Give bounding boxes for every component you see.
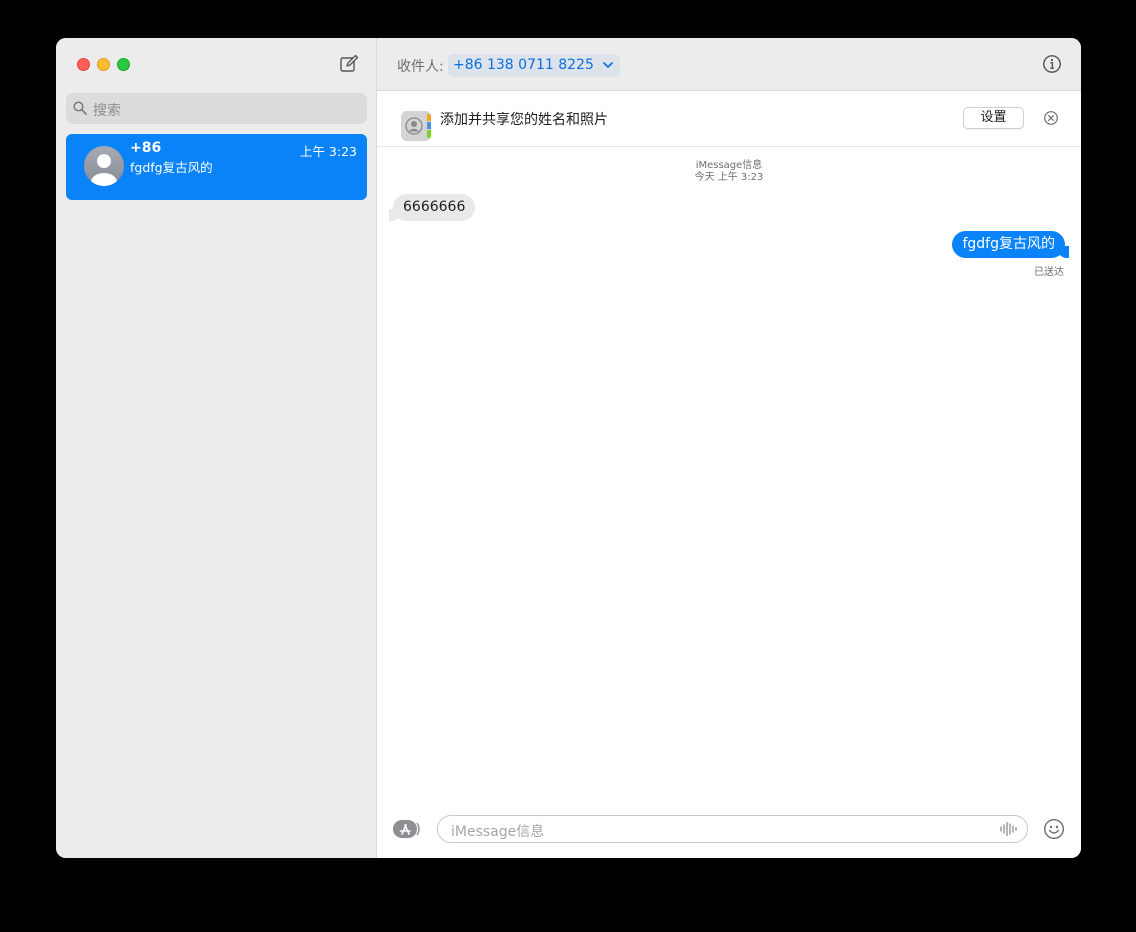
incoming-message[interactable]: 6666666 bbox=[388, 194, 476, 221]
close-icon[interactable] bbox=[1043, 110, 1059, 126]
message-text: 6666666 bbox=[403, 199, 466, 215]
compose-icon[interactable] bbox=[339, 54, 359, 74]
message-text: fgdfg复古风的 bbox=[962, 236, 1055, 252]
zoom-window-button[interactable] bbox=[117, 58, 130, 71]
banner-text: 添加并共享您的姓名和照片 bbox=[440, 112, 608, 128]
app-store-icon[interactable] bbox=[393, 819, 421, 839]
thread-info: iMessage信息 今天 上午 3:23 bbox=[377, 160, 1081, 184]
conversation-pane: 收件人: +86 138 0711 8225 添加并共享您的姓名和照片 设置 i… bbox=[377, 38, 1081, 858]
outgoing-message[interactable]: fgdfg复古风的 bbox=[952, 231, 1069, 258]
close-window-button[interactable] bbox=[77, 58, 90, 71]
person-icon bbox=[91, 154, 117, 186]
sidebar: 搜索 +86 fgdfg复古风的 上午 3:23 bbox=[56, 38, 377, 858]
conversation-preview: fgdfg复古风的 bbox=[130, 160, 213, 175]
avatar bbox=[84, 146, 124, 186]
minimize-window-button[interactable] bbox=[97, 58, 110, 71]
message-placeholder: iMessage信息 bbox=[451, 824, 545, 840]
conversation-time: 上午 3:23 bbox=[299, 144, 357, 159]
search-field[interactable]: 搜索 bbox=[66, 93, 367, 124]
search-icon bbox=[73, 101, 87, 115]
to-label: 收件人: bbox=[397, 59, 444, 75]
emoji-icon[interactable] bbox=[1043, 818, 1065, 840]
chevron-down-icon bbox=[603, 62, 613, 68]
share-name-banner: 添加并共享您的姓名和照片 设置 bbox=[377, 91, 1081, 147]
thread-timestamp: 今天 上午 3:23 bbox=[694, 172, 764, 183]
conversation-item[interactable]: +86 fgdfg复古风的 上午 3:23 bbox=[66, 134, 367, 200]
recipient-number: +86 138 0711 8225 bbox=[453, 57, 594, 73]
conversation-header: 收件人: +86 138 0711 8225 bbox=[377, 38, 1081, 91]
conversation-name: +86 bbox=[130, 140, 162, 156]
message-input[interactable]: iMessage信息 bbox=[437, 815, 1028, 843]
service-label: iMessage信息 bbox=[695, 160, 763, 171]
contacts-icon bbox=[401, 111, 431, 141]
audio-wave-icon[interactable] bbox=[1000, 821, 1018, 837]
messages-window: 搜索 +86 fgdfg复古风的 上午 3:23 收件人: +86 138 07… bbox=[56, 38, 1081, 858]
delivery-status: 已送达 bbox=[1034, 267, 1064, 278]
recipient-token[interactable]: +86 138 0711 8225 bbox=[448, 54, 620, 77]
setup-button[interactable]: 设置 bbox=[963, 107, 1024, 129]
search-placeholder: 搜索 bbox=[93, 103, 121, 119]
info-icon[interactable] bbox=[1042, 54, 1062, 74]
